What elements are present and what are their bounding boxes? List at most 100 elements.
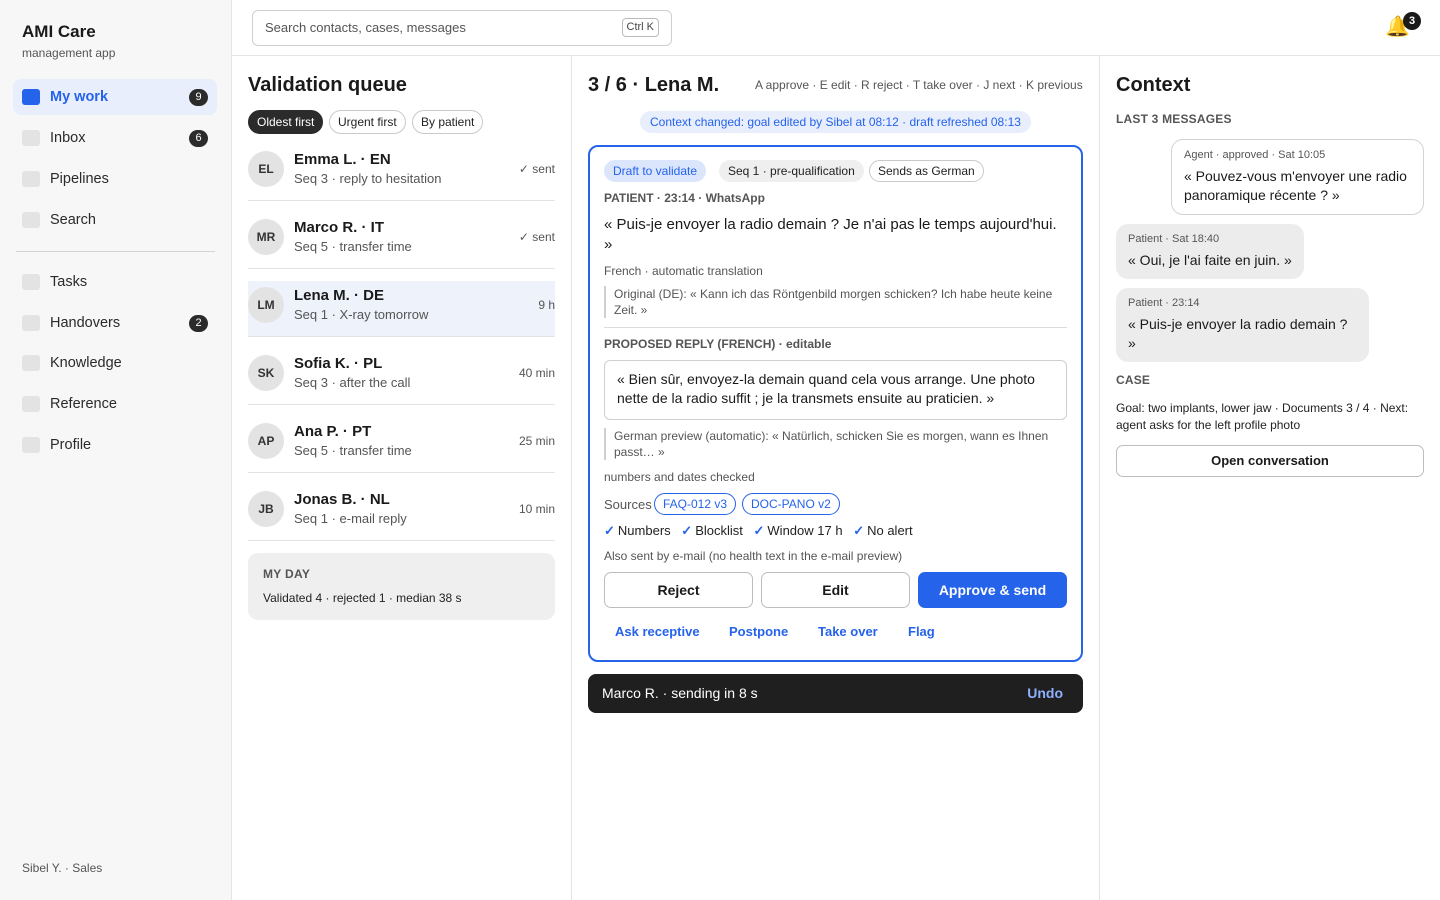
queue-item-name: Marco R. · IT	[294, 219, 385, 236]
queue-item[interactable]: SK Sofia K. · PL Seq 3 · after the call …	[248, 349, 555, 405]
open-conversation-button[interactable]: Open conversation	[1116, 445, 1424, 477]
check-icon: ✓	[853, 523, 865, 538]
queue-item-subtitle: Seq 5 · transfer time	[294, 443, 412, 458]
queue-item-name: Lena M. · DE	[294, 287, 385, 304]
avatar: JB	[248, 491, 284, 527]
current-user: Sibel Y. · Sales	[22, 861, 103, 875]
sidebar-item-search[interactable]: Search	[13, 202, 217, 238]
avatar: AP	[248, 423, 284, 459]
undo-button[interactable]: Undo	[1027, 685, 1063, 701]
sidebar-item-label: Profile	[50, 437, 92, 453]
message-text: « Pouvez-vous m'envoyer une radio panora…	[1184, 168, 1407, 203]
case-label: CASE	[1116, 373, 1151, 387]
case-summary: Goal: two implants, lower jaw · Document…	[1116, 401, 1409, 432]
reject-button[interactable]: Reject	[604, 572, 753, 608]
sidebar-item-tasks[interactable]: Tasks	[13, 264, 217, 300]
patient-message: « Puis-je envoyer la radio demain ? Je n…	[604, 216, 1057, 253]
toast-message: Marco R. · sending in 8 s	[602, 685, 758, 701]
queue-item-status: ✓ sent	[518, 230, 555, 244]
status-badge: Draft to validate	[604, 160, 707, 182]
sidebar-item-label: Reference	[50, 396, 117, 412]
original-message: Original (DE): « Kann ich das Röntgenbil…	[604, 286, 1067, 318]
queue-item-age: 9 h	[538, 298, 555, 312]
approve-send-button[interactable]: Approve & send	[918, 572, 1067, 608]
handovers-icon	[22, 315, 40, 331]
sidebar-item-reference[interactable]: Reference	[13, 386, 217, 422]
queue-item[interactable]: EL Emma L. · EN Seq 3 · reply to hesitat…	[248, 145, 555, 201]
sort-by-patient[interactable]: By patient	[412, 110, 484, 134]
queue-item-subtitle: Seq 5 · transfer time	[294, 239, 412, 254]
avatar: MR	[248, 219, 284, 255]
sort-oldest-first[interactable]: Oldest first	[248, 110, 324, 134]
app-subtitle: management app	[22, 46, 116, 60]
divider	[604, 327, 1067, 328]
validation-checks: ✓ Numbers ✓ Blocklist ✓ Window 17 h ✓ No ale…	[604, 523, 920, 539]
german-preview: German preview (automatic): « Natürlich,…	[604, 428, 1067, 460]
context-changed-banner: Context changed: goal edited by Sibel at…	[640, 111, 1031, 133]
sidebar-item-label: Inbox	[50, 130, 86, 146]
search-box[interactable]: Ctrl K	[252, 10, 672, 46]
queue-item-subtitle: Seq 1 · e-mail reply	[294, 511, 407, 526]
edit-button[interactable]: Edit	[761, 572, 910, 608]
check-window: Window 17 h	[767, 523, 843, 538]
queue-item-age: 10 min	[518, 502, 555, 516]
ask-receptive-link[interactable]: Ask receptive	[615, 624, 700, 639]
sidebar-item-label: Pipelines	[50, 171, 109, 187]
search-input[interactable]	[265, 20, 605, 35]
count-badge: 9	[189, 89, 208, 106]
translation-note: French · automatic translation	[604, 264, 763, 278]
sidebar-item-knowledge[interactable]: Knowledge	[13, 345, 217, 381]
queue-item[interactable]: MR Marco R. · IT Seq 5 · transfer time ✓…	[248, 213, 555, 269]
sidebar-item-handovers[interactable]: Handovers 2	[13, 305, 217, 341]
sidebar: AMI Care management app My work 9 Inbox …	[0, 0, 232, 900]
queue-item-age: 40 min	[518, 366, 555, 380]
message-bubble-agent: Agent · approved · Sat 10:05 « Pouvez-vo…	[1171, 139, 1424, 215]
keyboard-shortcuts: A approve · E edit · R reject · T take o…	[755, 78, 1083, 92]
sidebar-item-label: Handovers	[50, 315, 121, 331]
draft-card: Draft to validate Seq 1 · pre-qualificat…	[588, 145, 1083, 662]
check-numbers: Numbers	[617, 523, 671, 538]
reply-label: PROPOSED REPLY (FRENCH) · editable	[604, 337, 832, 351]
flag-link[interactable]: Flag	[908, 624, 935, 639]
sequence-badge: Seq 1 · pre-qualification	[719, 160, 864, 182]
queue-item-name: Jonas B. · NL	[294, 491, 390, 508]
message-meta: Patient · Sat 18:40	[1128, 233, 1220, 245]
queue-item-name: Ana P. · PT	[294, 423, 372, 440]
profile-icon	[22, 437, 40, 453]
my-day-stats: Validated 4 · rejected 1 · median 38 s	[263, 591, 462, 605]
postpone-link[interactable]: Postpone	[729, 624, 788, 639]
check-icon: ✓	[753, 523, 765, 538]
avatar: SK	[248, 355, 284, 391]
sidebar-item-my-work[interactable]: My work 9	[13, 79, 217, 115]
sidebar-item-profile[interactable]: Profile	[13, 427, 217, 463]
draft-detail: 3 / 6 · Lena M. A approve · E edit · R r…	[572, 56, 1100, 900]
avatar: EL	[248, 151, 284, 187]
queue-item-name: Emma L. · EN	[294, 151, 391, 168]
sidebar-item-pipelines[interactable]: Pipelines	[13, 161, 217, 197]
message-bubble-patient: Patient · Sat 18:40 « Oui, je l'ai faite…	[1116, 224, 1304, 279]
topbar: Ctrl K 🔔 3	[232, 0, 1440, 56]
queue-item-selected[interactable]: LM Lena M. · DE Seq 1 · X-ray tomorrow 9…	[248, 281, 555, 337]
source-chip[interactable]: FAQ-012 v3	[654, 493, 737, 515]
reply-editor[interactable]: « Bien sûr, envoyez-la demain quand cela…	[604, 360, 1067, 420]
sources-label: Sources	[604, 497, 652, 512]
sidebar-item-label: My work	[50, 89, 109, 105]
tasks-icon	[22, 274, 40, 290]
sidebar-item-label: Search	[50, 212, 96, 228]
context-panel: Context LAST 3 MESSAGES Agent · approved…	[1100, 56, 1440, 900]
draft-title: 3 / 6 · Lena M.	[588, 74, 720, 96]
sort-urgent-first[interactable]: Urgent first	[329, 110, 406, 134]
reference-icon	[22, 396, 40, 412]
check-alert: No alert	[867, 523, 913, 538]
language-badge: Sends as German	[869, 160, 984, 182]
queue-item[interactable]: AP Ana P. · PT Seq 5 · transfer time 25 …	[248, 417, 555, 473]
knowledge-icon	[22, 355, 40, 371]
take-over-link[interactable]: Take over	[818, 624, 878, 639]
source-chip[interactable]: DOC-PANO v2	[742, 493, 840, 515]
context-title: Context	[1116, 74, 1191, 96]
message-meta: Patient · 23:14	[1128, 297, 1200, 309]
message-text: « Oui, je l'ai faite en juin. »	[1128, 252, 1292, 268]
sidebar-item-inbox[interactable]: Inbox 6	[13, 120, 217, 156]
sidebar-item-label: Tasks	[50, 274, 88, 290]
queue-item[interactable]: JB Jonas B. · NL Seq 1 · e-mail reply 10…	[248, 485, 555, 541]
